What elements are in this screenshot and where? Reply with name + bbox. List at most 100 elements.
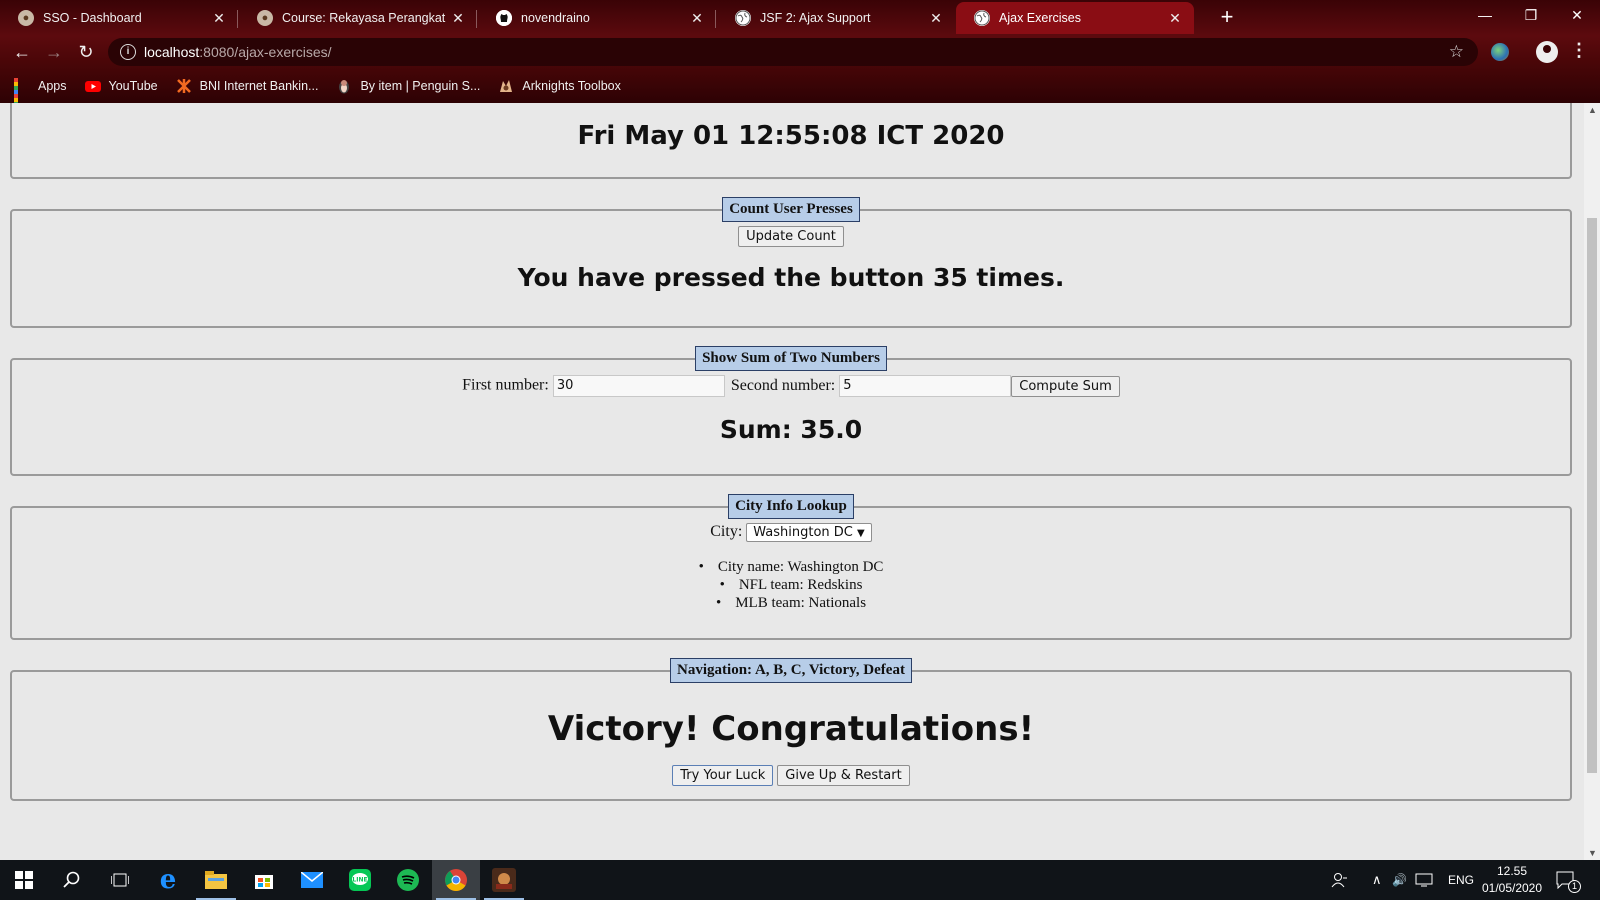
file-explorer-icon[interactable] (192, 860, 240, 900)
browser-chrome: ● SSO - Dashboard ✕ ● Course: Rekayasa P… (0, 0, 1600, 114)
seal-icon: ● (257, 10, 273, 26)
city-select-value: Washington DC (753, 525, 853, 540)
datetime-text: Fri May 01 12:55:08 ICT 2020 (577, 121, 1005, 151)
clock-time: 12.55 (1496, 864, 1528, 878)
navigation-message: Victory! Congratulations! (547, 709, 1035, 749)
bni-icon (176, 78, 192, 94)
compute-sum-button[interactable]: Compute Sum (1011, 375, 1120, 397)
menu-kebab-icon[interactable]: ⋮ (1570, 40, 1588, 61)
network-icon[interactable] (1415, 860, 1433, 900)
close-tab-icon[interactable]: ✕ (927, 9, 945, 27)
search-icon[interactable] (48, 860, 96, 900)
bookmark-label: BNI Internet Bankin... (199, 79, 319, 93)
scrollbar-thumb[interactable] (1587, 218, 1597, 773)
update-count-button[interactable]: Update Count (738, 226, 844, 247)
mail-icon[interactable] (288, 860, 336, 900)
city-section: City Info Lookup City: Washington DC ▼ C… (10, 494, 1572, 640)
language-indicator[interactable]: ENG (1448, 860, 1474, 900)
url-host: localhost (144, 44, 200, 60)
scroll-up-icon[interactable]: ▲ (1588, 105, 1597, 115)
minimize-icon[interactable]: — (1462, 0, 1508, 32)
tab-sso-dashboard[interactable]: ● SSO - Dashboard ✕ (0, 2, 238, 34)
bookmark-youtube[interactable]: YouTube (84, 78, 158, 94)
page-scrollbar[interactable]: ▲ ▼ (1584, 103, 1600, 860)
navigation-section: Navigation: A, B, C, Victory, Defeat Vic… (10, 658, 1572, 801)
github-icon (496, 10, 512, 26)
city-info-item: City name: Washington DC (12, 558, 1570, 576)
city-info-list: City name: Washington DC NFL team: Redsk… (12, 558, 1570, 612)
city-legend: City Info Lookup (728, 494, 854, 519)
give-up-restart-button[interactable]: Give Up & Restart (777, 765, 910, 786)
bookmark-penguin[interactable]: By item | Penguin S... (336, 78, 480, 94)
info-icon[interactable]: i (120, 44, 136, 60)
first-number-input[interactable]: 30 (552, 375, 725, 397)
extension-icon[interactable] (1491, 43, 1509, 61)
restore-icon[interactable]: ❐ (1508, 0, 1554, 32)
close-tab-icon[interactable]: ✕ (210, 9, 228, 27)
city-info-item: NFL team: Redskins (12, 576, 1570, 594)
seal-icon: ● (18, 10, 34, 26)
forward-arrow-icon[interactable]: → (40, 38, 68, 66)
tab-title: Ajax Exercises (999, 11, 1081, 25)
tab-course[interactable]: ● Course: Rekayasa Perangkat Luna ✕ (239, 2, 477, 34)
bookmark-label: By item | Penguin S... (360, 79, 481, 93)
second-number-input[interactable]: 5 (839, 375, 1012, 397)
clock[interactable]: 12.55 01/05/2020 (1482, 860, 1542, 900)
svg-text:LINE: LINE (352, 877, 367, 884)
url-path: :8080/ajax-exercises/ (199, 44, 332, 60)
apps-grid-icon (14, 78, 30, 114)
notification-center-icon[interactable]: 1 (1556, 860, 1581, 900)
spotify-icon[interactable] (384, 860, 432, 900)
close-tab-icon[interactable]: ✕ (688, 9, 706, 27)
address-bar[interactable]: i localhost:8080/ajax-exercises/ ☆ (108, 38, 1478, 66)
scroll-down-icon[interactable]: ▼ (1588, 848, 1597, 858)
reload-icon[interactable]: ↻ (72, 38, 100, 66)
tab-jsf-ajax[interactable]: JSF 2: Ajax Support ✕ (717, 2, 955, 34)
datetime-box: Fri May 01 12:55:08 ICT 2020 (10, 103, 1572, 179)
chevron-down-icon: ▼ (857, 528, 865, 539)
volume-icon[interactable]: 🔊 (1392, 860, 1407, 900)
bookmark-apps[interactable]: Apps (14, 78, 67, 114)
sum-legend: Show Sum of Two Numbers (695, 346, 887, 371)
tab-ajax-exercises[interactable]: Ajax Exercises ✕ (956, 2, 1194, 34)
edge-icon[interactable]: e (144, 860, 192, 900)
tray-chevron-up-icon[interactable]: ∧ (1372, 860, 1382, 900)
bookmarks-bar: Apps YouTube BNI Internet Bankin... By i… (0, 70, 1600, 114)
tab-title: Course: Rekayasa Perangkat Luna (282, 11, 449, 25)
city-row: City: Washington DC ▼ (12, 523, 1570, 542)
count-section: Count User Presses Update Count You have… (10, 197, 1572, 328)
tab-title: JSF 2: Ajax Support (760, 11, 871, 25)
task-view-icon[interactable] (96, 860, 144, 900)
tab-github[interactable]: novendraino ✕ (478, 2, 716, 34)
line-app-icon[interactable]: LINE (336, 860, 384, 900)
sum-result: Sum: 35.0 (719, 415, 863, 444)
game-app-icon[interactable] (480, 860, 528, 900)
try-your-luck-button[interactable]: Try Your Luck (672, 765, 774, 786)
window-close-icon[interactable]: ✕ (1554, 0, 1600, 32)
bookmark-bni[interactable]: BNI Internet Bankin... (176, 78, 319, 94)
chrome-icon[interactable] (432, 860, 480, 900)
windows-start-icon[interactable] (0, 860, 48, 900)
bookmark-arknights[interactable]: Arknights Toolbox (498, 78, 621, 94)
notification-badge: 1 (1568, 880, 1581, 893)
first-number-label: First number: (462, 376, 549, 394)
new-tab-button[interactable]: + (1215, 6, 1239, 30)
youtube-icon (84, 78, 101, 94)
close-tab-icon[interactable]: ✕ (449, 9, 467, 27)
arknights-icon (498, 78, 514, 94)
browser-toolbar: ← → ↻ i localhost:8080/ajax-exercises/ ☆ (0, 34, 1600, 70)
page-content: Fri May 01 12:55:08 ICT 2020 Count User … (0, 103, 1584, 860)
profile-icon[interactable] (1536, 41, 1558, 63)
people-icon[interactable] (1330, 860, 1348, 900)
clock-date: 01/05/2020 (1481, 881, 1543, 895)
city-info-item: MLB team: Nationals (12, 594, 1570, 612)
tab-title: SSO - Dashboard (43, 11, 142, 25)
count-message: You have pressed the button 35 times. (517, 263, 1065, 292)
store-icon[interactable] (240, 860, 288, 900)
globe-icon (974, 10, 990, 26)
tab-title: novendraino (521, 11, 590, 25)
city-select[interactable]: Washington DC ▼ (746, 523, 872, 542)
back-arrow-icon[interactable]: ← (8, 38, 36, 66)
bookmark-star-icon[interactable]: ☆ (1449, 42, 1464, 62)
close-tab-icon[interactable]: ✕ (1166, 9, 1184, 27)
